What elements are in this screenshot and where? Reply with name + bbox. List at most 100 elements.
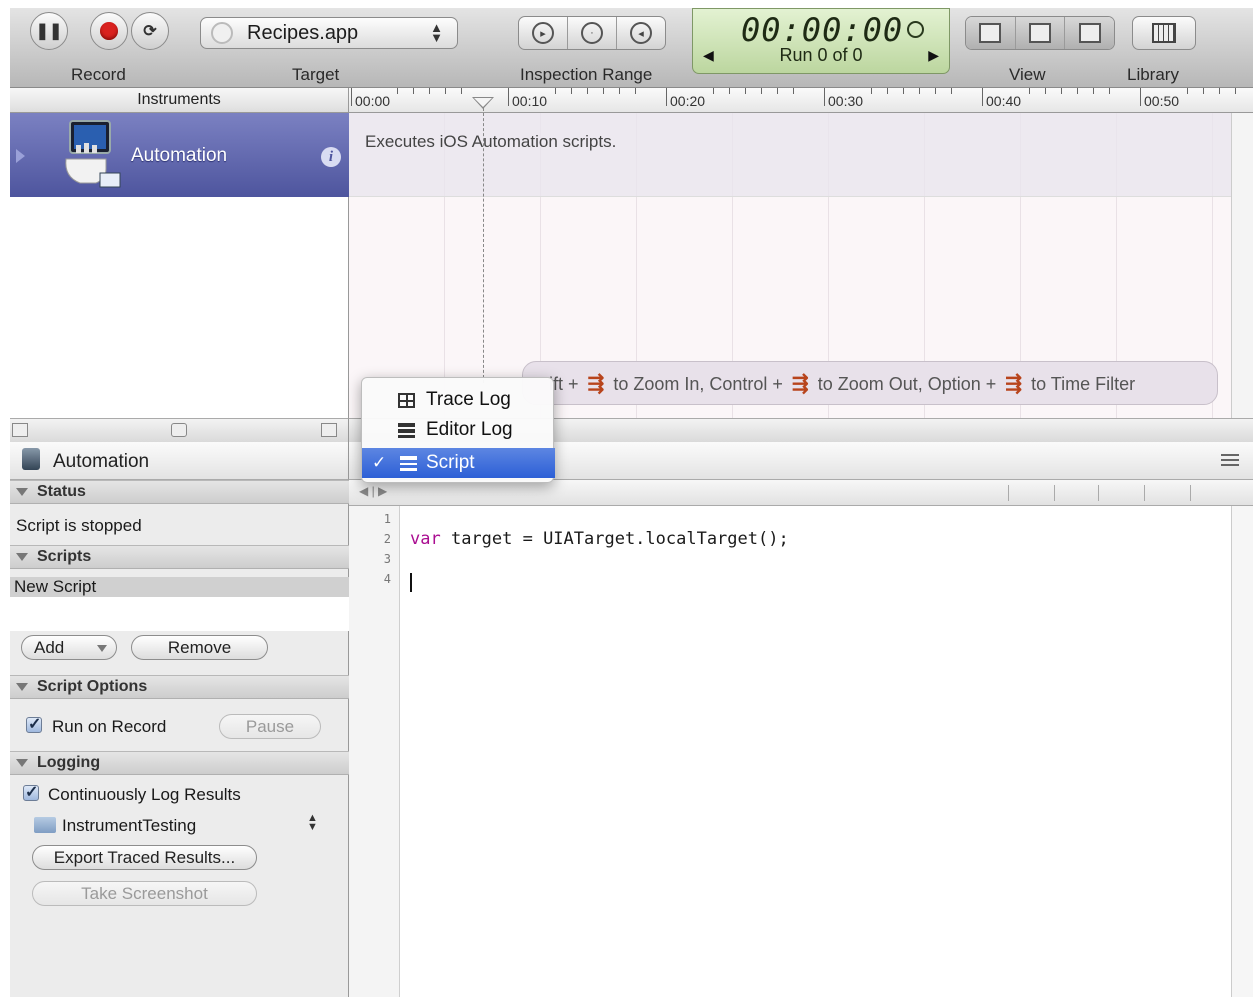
editor-scrollbar[interactable]	[1231, 506, 1253, 997]
disclosure-triangle-icon[interactable]	[16, 149, 25, 163]
menu-item-trace-log[interactable]: Trace Log	[362, 385, 555, 415]
popup-arrows-icon: ▲ ▼	[430, 20, 443, 45]
library-button[interactable]	[1132, 16, 1196, 50]
target-popup[interactable]: Recipes.app ▲ ▼	[200, 17, 458, 49]
line-number: 1	[383, 512, 391, 526]
remove-script-button[interactable]: Remove	[131, 635, 268, 660]
cursor-glyph-icon: ⇶	[791, 373, 809, 395]
export-results-button[interactable]: Export Traced Results...	[32, 845, 257, 870]
automation-sidebar: Status Script is stopped Scripts New Scr…	[10, 480, 349, 997]
menu-lines-icon[interactable]	[1221, 454, 1239, 466]
view-label: View	[1009, 65, 1046, 84]
view-control	[965, 16, 1115, 50]
line-number: 3	[383, 552, 391, 566]
view-left-pane-button[interactable]	[966, 17, 1016, 49]
continuously-log-label: Continuously Log Results	[48, 785, 241, 804]
hint-text-2: to Zoom In, Control +	[613, 374, 783, 394]
timer-clock-icon[interactable]	[907, 21, 924, 38]
continuously-log-checkbox[interactable]	[23, 782, 39, 802]
line-number: 4	[383, 572, 391, 586]
jump-bar: ◀ | ▶	[349, 480, 1253, 506]
editor-log-icon	[398, 423, 415, 438]
automation-track: Executes iOS Automation scripts.	[349, 113, 1231, 197]
view-mode-popup-menu: Trace Log Editor Log ✓ Script	[361, 377, 555, 483]
status-text: Script is stopped	[16, 516, 142, 535]
library-icon	[1152, 23, 1176, 43]
status-section-header[interactable]: Status	[10, 480, 349, 504]
toolbar: ❚❚ ⟳ Record Recipes.app ▲ ▼ Target ▸ · ◂ …	[10, 8, 1253, 88]
instruments-footer	[10, 418, 349, 442]
playhead-line	[483, 108, 484, 383]
code-line: var target = UIATarget.localTarget();	[410, 529, 789, 549]
take-screenshot-button[interactable]: Take Screenshot	[32, 881, 257, 906]
section-title: Script Options	[37, 678, 148, 695]
collapse-triangle-icon	[16, 683, 28, 691]
section-title: Scripts	[37, 548, 92, 565]
pause-label: Pause	[245, 716, 295, 736]
range-start-button[interactable]: ▸	[519, 17, 568, 49]
script-editor[interactable]: var target = UIATarget.localTarget();	[400, 506, 1231, 997]
hint-text-4: to Time Filter	[1031, 374, 1136, 394]
clock-start-icon: ▸	[532, 22, 554, 44]
menu-item-label: Trace Log	[426, 389, 511, 410]
pause-script-button[interactable]: Pause	[219, 714, 321, 739]
instruments-header: Instruments	[10, 88, 349, 113]
target-value: Recipes.app	[247, 21, 359, 44]
line-number: 2	[383, 532, 391, 546]
add-label: Add	[34, 637, 65, 657]
tick-label: 00:00	[355, 93, 391, 109]
tick-label: 00:40	[986, 93, 1022, 109]
menu-item-label: Script	[426, 452, 475, 473]
collapse-triangle-icon	[16, 553, 28, 561]
bottom-pane-icon	[1029, 23, 1051, 43]
record-label: Record	[71, 65, 126, 84]
logging-section-header[interactable]: Logging	[10, 751, 349, 775]
playhead-handle[interactable]	[472, 97, 494, 109]
tick-label: 00:10	[512, 93, 548, 109]
instrument-name: Automation	[131, 145, 228, 166]
track-scrollbar[interactable]	[1231, 113, 1253, 418]
view-right-pane-button[interactable]	[1065, 17, 1114, 49]
inspection-range-control: ▸ · ◂	[518, 16, 666, 50]
collapse-triangle-icon	[16, 488, 28, 496]
screenshot-label: Take Screenshot	[81, 883, 208, 903]
updown-arrows-icon[interactable]: ▲ ▼	[307, 813, 318, 833]
tick-label: 00:50	[1144, 93, 1180, 109]
dropdown-arrow-icon	[97, 645, 107, 652]
log-folder-label[interactable]: InstrumentTesting	[62, 816, 196, 836]
nav-arrows-icon[interactable]: ◀ | ▶	[359, 484, 387, 498]
view-bottom-pane-button[interactable]	[1015, 17, 1066, 49]
pause-button[interactable]: ❚❚	[30, 12, 68, 50]
target-label: Target	[292, 65, 340, 84]
script-row[interactable]: New Script	[10, 577, 349, 597]
range-clear-button[interactable]: ·	[568, 17, 617, 49]
detail-title: Automation	[53, 451, 150, 472]
detail-toggle-icon[interactable]	[321, 423, 337, 437]
range-end-button[interactable]: ◂	[617, 17, 665, 49]
loop-button[interactable]: ⟳	[131, 12, 169, 50]
next-run-button[interactable]: ▶	[928, 47, 939, 64]
zoom-hint-banner: ift + ⇶ to Zoom In, Control + ⇶ to Zoom …	[522, 361, 1218, 405]
grid-icon	[398, 393, 415, 408]
menu-item-script[interactable]: ✓ Script	[362, 448, 555, 478]
instruments-list: Automation i	[10, 113, 349, 418]
loop-icon: ⟳	[143, 23, 157, 40]
zoom-slider-icon[interactable]	[171, 423, 187, 437]
add-script-button[interactable]: Add	[21, 635, 117, 660]
script-options-section-header[interactable]: Script Options	[10, 675, 349, 699]
right-pane-icon	[1078, 23, 1101, 43]
left-pane-icon	[979, 23, 1002, 43]
inspection-range-label: Inspection Range	[520, 65, 653, 84]
hint-text-3: to Zoom Out, Option +	[817, 374, 997, 394]
info-icon[interactable]: i	[321, 147, 341, 167]
run-on-record-label: Run on Record	[52, 717, 167, 736]
menu-item-label: Editor Log	[426, 419, 513, 440]
record-button[interactable]	[90, 12, 128, 50]
menu-item-editor-log[interactable]: Editor Log	[362, 415, 555, 445]
scripts-section-header[interactable]: Scripts	[10, 545, 349, 569]
cursor-glyph-icon: ⇶	[587, 373, 605, 395]
instrument-row-automation[interactable]: Automation i	[10, 113, 349, 197]
run-on-record-checkbox[interactable]	[26, 714, 42, 734]
track-size-icon[interactable]	[12, 423, 28, 437]
detail-header: Automation	[10, 442, 349, 480]
